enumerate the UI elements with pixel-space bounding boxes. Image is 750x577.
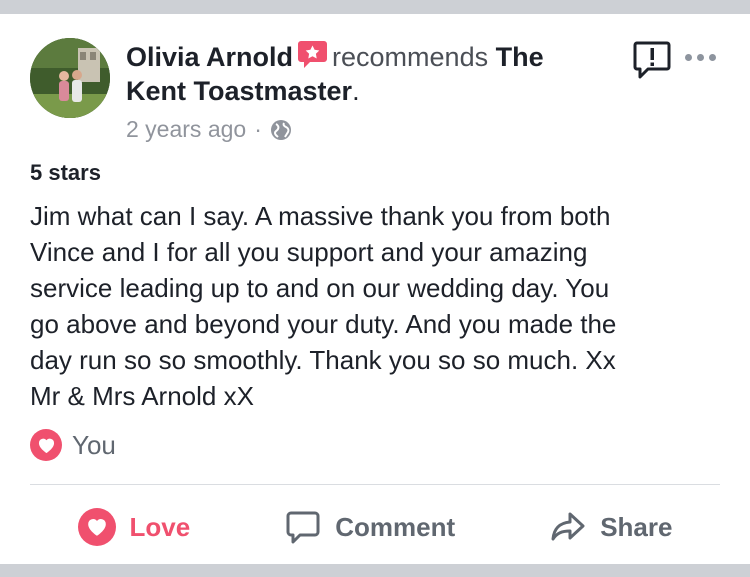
review-card: Olivia Arnold recommends The Kent Toastm… [0,14,750,564]
review-text: Jim what can I say. A massive thank you … [30,201,617,411]
more-icon-dot [684,53,692,61]
recommend-icon [297,40,328,69]
meta-separator: · [254,116,262,142]
avatar-photo [30,38,110,118]
report-icon [633,41,671,79]
comment-icon [286,511,320,544]
action-bar: Love Comment Share [30,502,720,552]
reaction-summary[interactable]: You [30,429,116,461]
share-icon [551,512,585,541]
comment-label: Comment [335,511,456,542]
post-header: Olivia Arnold recommends The Kent Toastm… [126,40,606,108]
comment-button[interactable]: Comment [285,509,455,545]
more-icon-dot [696,53,704,61]
reaction-label: You [72,429,116,460]
share-button[interactable]: Share [550,509,672,545]
love-label: Love [129,511,191,542]
divider [30,484,720,485]
post-meta: 2 years ago · [126,116,292,143]
share-label: Share [600,511,673,542]
heart-icon [30,429,62,461]
report-button[interactable] [632,40,672,80]
rating-label: 5 stars [30,160,101,185]
author-name[interactable]: Olivia Arnold [126,42,293,72]
love-button[interactable]: Love [77,508,191,546]
more-options-button[interactable] [682,47,718,67]
more-icon-dot [708,53,716,61]
action-text: recommends [332,42,489,72]
globe-icon[interactable] [270,119,292,141]
timestamp[interactable]: 2 years ago [126,116,246,143]
header-punct: . [352,76,360,106]
love-icon [77,508,116,546]
avatar[interactable] [30,38,110,118]
